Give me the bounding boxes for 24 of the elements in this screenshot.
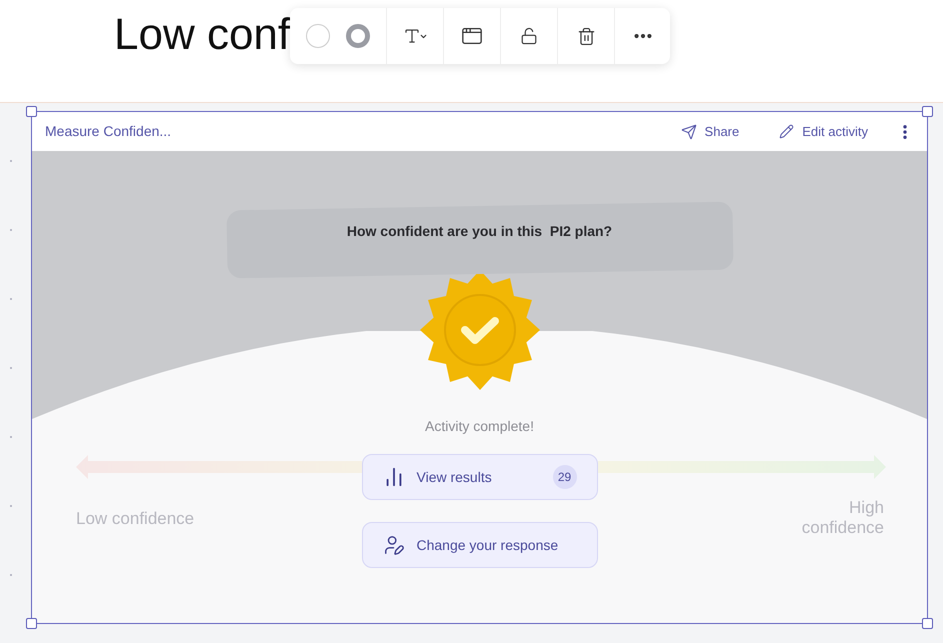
resize-handle[interactable] — [922, 618, 933, 629]
header-action[interactable]: Share — [680, 122, 740, 142]
activity-button[interactable]: Change your response — [362, 522, 598, 568]
high-scale-label: High confidence — [800, 498, 884, 538]
resize-handle[interactable] — [26, 618, 37, 629]
delete-icon[interactable] — [576, 26, 596, 46]
frame-icon[interactable] — [461, 25, 483, 47]
user-edit-icon — [382, 534, 404, 556]
status-text: Activity complete! — [425, 417, 534, 436]
activity-title: Measure Confiden... — [45, 122, 172, 141]
send-icon — [680, 124, 697, 140]
unlock-icon[interactable] — [520, 27, 538, 45]
question-text: How confident are you in this PI2 plan? — [346, 222, 612, 241]
activity-button[interactable]: View results 29 — [362, 454, 598, 500]
text-style-icon[interactable] — [402, 27, 428, 45]
resize-handle[interactable] — [26, 106, 37, 117]
resize-handle[interactable] — [922, 106, 933, 117]
stroke-color-swatch[interactable] — [346, 24, 370, 48]
count-badge: 29 — [552, 465, 576, 489]
low-scale-label: Low confidence — [76, 508, 194, 530]
pencil-icon — [779, 124, 794, 139]
header-action[interactable]: Edit activity — [779, 122, 868, 142]
canvas-heading: Low conf — [114, 9, 290, 61]
fill-color-swatch[interactable] — [306, 24, 330, 48]
